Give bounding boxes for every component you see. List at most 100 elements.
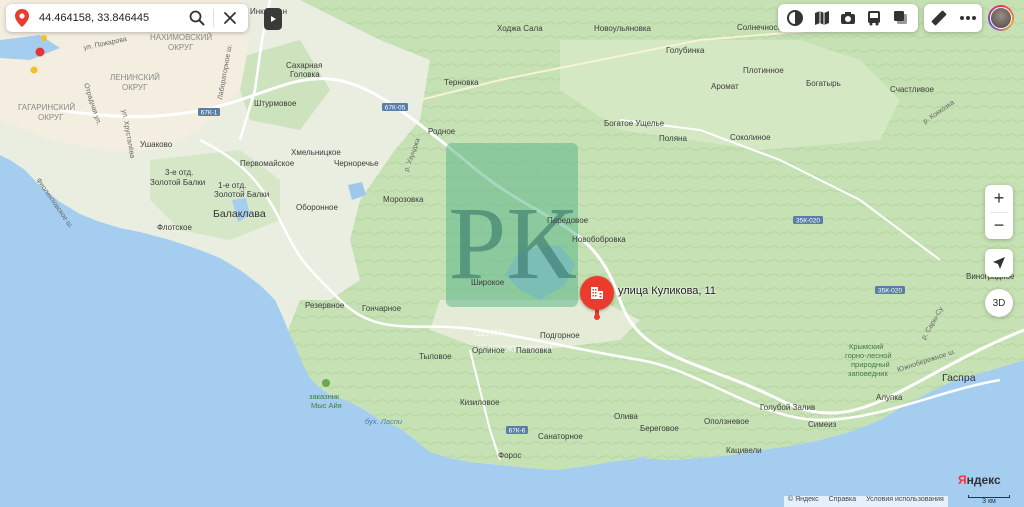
svg-text:заказник: заказник xyxy=(309,392,340,401)
svg-text:3-е отд.: 3-е отд. xyxy=(165,168,193,177)
svg-text:Симеиз: Симеиз xyxy=(808,420,837,429)
layers-icon[interactable] xyxy=(784,7,806,29)
road-badge: 35К-020 xyxy=(793,216,823,225)
svg-text:Родное: Родное xyxy=(428,127,456,136)
svg-text:бух. Ласпи: бух. Ласпи xyxy=(365,417,403,426)
svg-text:РК: РК xyxy=(448,186,576,301)
svg-text:Голубинка: Голубинка xyxy=(666,46,705,55)
svg-text:67К-6: 67К-6 xyxy=(509,428,526,435)
svg-text:Хмельницкое: Хмельницкое xyxy=(291,148,341,157)
svg-text:заповедник: заповедник xyxy=(848,369,888,378)
svg-text:горно-лесной: горно-лесной xyxy=(845,351,892,360)
poi-marker[interactable] xyxy=(41,35,47,41)
svg-text:Счастливое: Счастливое xyxy=(890,85,935,94)
search-input[interactable] xyxy=(37,11,181,25)
svg-text:Оползневое: Оползневое xyxy=(704,417,750,426)
camera-icon[interactable] xyxy=(837,7,859,29)
3d-toggle-button[interactable]: 3D xyxy=(985,289,1013,317)
svg-text:Подгорное: Подгорное xyxy=(540,331,580,340)
svg-text:Аромат: Аромат xyxy=(711,82,739,91)
search-box[interactable] xyxy=(6,4,248,32)
help-link[interactable]: Справка xyxy=(829,496,856,507)
map-footer: © Яндекс Справка Условия использования xyxy=(784,496,948,507)
svg-text:Ушаково: Ушаково xyxy=(140,140,173,149)
terms-link[interactable]: Условия использования xyxy=(866,496,944,507)
map-book-icon[interactable] xyxy=(811,7,833,29)
search-icon[interactable] xyxy=(185,6,209,30)
road-badge: 35К-020 xyxy=(875,286,905,295)
locate-button[interactable] xyxy=(985,249,1013,277)
tools-toolbar xyxy=(924,4,982,32)
svg-text:Флотское: Флотское xyxy=(157,223,192,232)
svg-text:Паредовое: Паредовое xyxy=(547,216,589,225)
svg-text:Кацивели: Кацивели xyxy=(726,446,762,455)
layers-toolbar xyxy=(778,4,918,32)
svg-text:1-е отд.: 1-е отд. xyxy=(218,181,246,190)
svg-text:Первомайское: Первомайское xyxy=(240,159,295,168)
zoom-out-button[interactable]: − xyxy=(985,213,1013,240)
zoom-control: + − xyxy=(985,185,1013,239)
svg-text:Головка: Головка xyxy=(290,70,320,79)
close-icon[interactable] xyxy=(218,6,242,30)
svg-text:НАХИМОВСКИЙ: НАХИМОВСКИЙ xyxy=(150,33,212,42)
svg-text:Резервное: Резервное xyxy=(305,301,345,310)
scale-bar: 3 км xyxy=(968,495,1010,505)
svg-text:ОКРУГ: ОКРУГ xyxy=(38,113,64,122)
svg-text:Тыловое: Тыловое xyxy=(419,352,452,361)
svg-text:Штурмовое: Штурмовое xyxy=(254,99,297,108)
park-icon xyxy=(322,379,330,387)
location-pin-icon xyxy=(11,7,33,29)
svg-text:Форос: Форос xyxy=(498,451,521,460)
svg-text:Новобобровка: Новобобровка xyxy=(572,235,626,244)
map-canvas[interactable]: 67К-1 67К-05 35К-020 35К-020 67К-6 РК ЦЕ… xyxy=(0,0,1024,507)
svg-text:Орлиное: Орлиное xyxy=(472,346,505,355)
svg-text:Кизиловое: Кизиловое xyxy=(460,398,500,407)
svg-text:ОКРУГ: ОКРУГ xyxy=(168,43,194,52)
svg-text:природный: природный xyxy=(851,360,890,369)
svg-text:Плотинное: Плотинное xyxy=(743,66,784,75)
svg-text:67К-1: 67К-1 xyxy=(201,110,218,117)
poi-marker[interactable] xyxy=(30,66,38,74)
copyright-link[interactable]: © Яндекс xyxy=(788,496,819,507)
road-badge: 67К-6 xyxy=(506,426,528,435)
svg-text:Богатырь: Богатырь xyxy=(806,79,841,88)
road-badge: 67К-1 xyxy=(198,108,220,117)
svg-text:Морозовка: Морозовка xyxy=(383,195,424,204)
poi-marker[interactable] xyxy=(35,47,45,57)
svg-text:Оборонное: Оборонное xyxy=(296,203,338,212)
ruler-icon[interactable] xyxy=(928,7,950,29)
zoom-in-button[interactable]: + xyxy=(985,185,1013,212)
svg-text:Широкое: Широкое xyxy=(471,278,505,287)
more-dots-icon[interactable] xyxy=(957,7,979,29)
svg-text:Богатое Ущелье: Богатое Ущелье xyxy=(604,119,665,128)
svg-text:Голубой Залив: Голубой Залив xyxy=(760,403,815,412)
svg-text:Гаспра: Гаспра xyxy=(942,372,976,384)
svg-text:Сахарная: Сахарная xyxy=(286,61,322,70)
svg-text:Ходжа Сала: Ходжа Сала xyxy=(497,24,543,33)
avatar-photo xyxy=(990,7,1012,29)
panel-toggle-button[interactable] xyxy=(264,8,282,30)
svg-text:ЦЕНТР: ЦЕНТР xyxy=(474,328,505,338)
svg-text:ГАГАРИНСКИЙ: ГАГАРИНСКИЙ xyxy=(18,103,75,112)
marker-address-label[interactable]: улица Куликова, 11 xyxy=(618,285,716,297)
building-icon xyxy=(591,287,603,299)
svg-text:Терновка: Терновка xyxy=(444,78,479,87)
address-marker[interactable] xyxy=(580,276,614,310)
bus-icon[interactable] xyxy=(863,7,885,29)
yandex-logo[interactable]: Яндекс xyxy=(958,473,1001,487)
navigation-arrow-icon xyxy=(993,257,1005,269)
svg-text:ЛЕНИНСКИЙ: ЛЕНИНСКИЙ xyxy=(110,73,160,82)
svg-text:Крымский: Крымский xyxy=(849,342,884,351)
svg-text:Алупка: Алупка xyxy=(876,393,903,402)
svg-text:Павловка: Павловка xyxy=(516,346,552,355)
svg-text:Поляна: Поляна xyxy=(659,134,687,143)
svg-text:Гончарное: Гончарное xyxy=(362,304,402,313)
svg-text:35К-020: 35К-020 xyxy=(796,218,820,225)
svg-text:Санаторное: Санаторное xyxy=(538,432,583,441)
svg-text:35К-020: 35К-020 xyxy=(878,288,902,295)
svg-text:ОКРУГ: ОКРУГ xyxy=(122,83,148,92)
layers-stack-icon[interactable] xyxy=(890,7,912,29)
user-avatar[interactable] xyxy=(988,5,1014,31)
svg-text:Черноречье: Черноречье xyxy=(334,159,379,168)
svg-text:Олива: Олива xyxy=(614,412,638,421)
